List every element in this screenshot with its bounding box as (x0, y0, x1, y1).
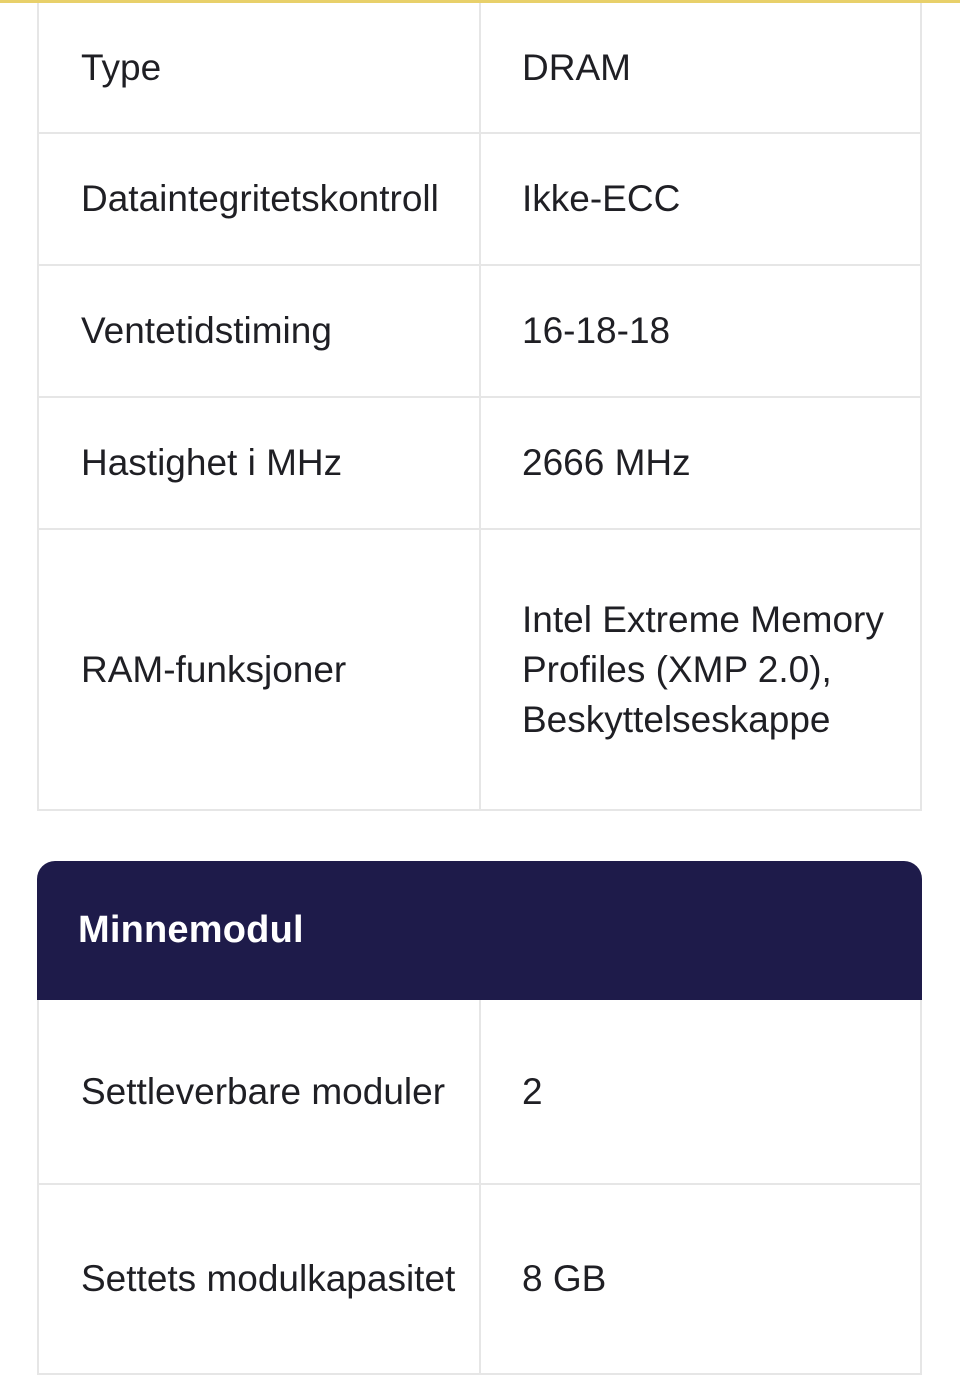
spec-label: Settleverbare moduler (37, 1000, 481, 1185)
table-row: Ventetidstiming 16-18-18 (37, 264, 922, 398)
table-row: Type DRAM (37, 3, 922, 134)
spec-table-memory-module: Settleverbare moduler 2 Settets modulkap… (37, 1000, 922, 1375)
spec-value: DRAM (479, 3, 922, 134)
spec-label: Ventetidstiming (37, 264, 481, 398)
spec-table-general: Type DRAM Dataintegritetskontroll Ikke-E… (37, 3, 922, 811)
spec-value: Ikke-ECC (479, 132, 922, 266)
spec-value: 2666 MHz (479, 396, 922, 530)
spec-label: Dataintegritetskontroll (37, 132, 481, 266)
spec-label: Hastighet i MHz (37, 396, 481, 530)
section-header-memory-module[interactable]: Minnemodul (37, 861, 922, 1000)
spec-value: 2 (479, 1000, 922, 1185)
table-row: Settleverbare moduler 2 (37, 1000, 922, 1185)
spec-label: Settets modulkapasitet (37, 1183, 481, 1375)
spec-label: Type (37, 3, 481, 134)
section-title: Minnemodul (78, 909, 304, 951)
spec-label: RAM-funksjoner (37, 528, 481, 811)
spec-value: Intel Extreme Memory Profiles (XMP 2.0),… (479, 528, 922, 811)
table-row: Hastighet i MHz 2666 MHz (37, 396, 922, 530)
table-row: Dataintegritetskontroll Ikke-ECC (37, 132, 922, 266)
spec-value: 16-18-18 (479, 264, 922, 398)
table-row: Settets modulkapasitet 8 GB (37, 1183, 922, 1375)
spec-value: 8 GB (479, 1183, 922, 1375)
table-row: RAM-funksjoner Intel Extreme Memory Prof… (37, 528, 922, 811)
